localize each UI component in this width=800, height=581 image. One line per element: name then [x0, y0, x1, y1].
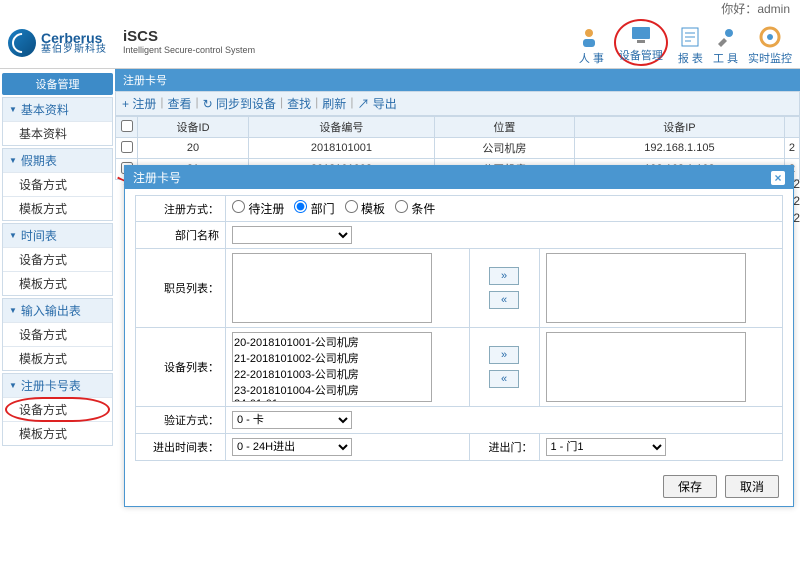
nav-monitor[interactable]: 实时监控 [748, 25, 792, 66]
chk-all[interactable] [121, 120, 133, 132]
inout-select[interactable]: 0 - 24H进出 [232, 438, 352, 456]
col-loc: 位置 [434, 117, 574, 138]
header: Cerberus 塞伯罗斯科技 iSCS Intelligent Secure-… [0, 17, 800, 69]
sidebar-item-3-0[interactable]: 设备方式 [3, 322, 112, 346]
brand-cn: 塞伯罗斯科技 [41, 45, 107, 55]
regmode-opt-2[interactable]: 模板 [345, 202, 385, 216]
sidebar-sec-3[interactable]: 输入输出表 [3, 299, 112, 322]
save-button[interactable]: 保存 [663, 475, 717, 498]
content-tab[interactable]: 注册卡号 [115, 69, 800, 91]
nav-device[interactable]: 设备管理 [614, 19, 668, 66]
sidebar-sec-4[interactable]: 注册卡号表 [3, 374, 112, 397]
table-row[interactable]: 202018101001公司机房192.168.1.1052 [116, 138, 800, 159]
emp-left-list[interactable] [232, 253, 432, 323]
brand: Cerberus 塞伯罗斯科技 [8, 29, 107, 57]
verify-select[interactable]: 0 - 卡 [232, 411, 352, 429]
dept-label: 部门名称 [136, 222, 226, 249]
regmode-opt-0[interactable]: 待注册 [232, 202, 284, 216]
sidebar: 设备管理 基本资料基本资料假期表设备方式模板方式时间表设备方式模板方式输入输出表… [0, 69, 115, 581]
tb-find[interactable]: 查找 [287, 95, 311, 112]
dialog-title: 注册卡号 [133, 169, 181, 186]
sidebar-sec-0[interactable]: 基本资料 [3, 98, 112, 121]
reg-mode-label: 注册方式： [136, 196, 226, 222]
door-select[interactable]: 1 - 门1 [546, 438, 666, 456]
user-name: admin [757, 2, 790, 16]
col-id: 设备ID [138, 117, 249, 138]
product-title: iSCS [123, 29, 255, 46]
regmode-opt-3[interactable]: 条件 [395, 202, 435, 216]
tools-icon [713, 25, 737, 49]
row-chk[interactable] [121, 141, 133, 153]
sidebar-item-2-0[interactable]: 设备方式 [3, 247, 112, 271]
register-dialog: 注册卡号 × 注册方式： 待注册 部门 模板 条件 部门名称 职员列表： » « [124, 165, 794, 507]
reg-mode: 待注册 部门 模板 条件 [226, 196, 783, 222]
row-tail: 2 [793, 177, 800, 191]
sidebar-item-4-1[interactable]: 模板方式 [3, 421, 112, 445]
brand-en: Cerberus [41, 31, 107, 45]
verify-label: 验证方式： [136, 407, 226, 434]
col-ip: 设备IP [574, 117, 784, 138]
dept-select[interactable] [232, 226, 352, 244]
emp-right-list[interactable] [546, 253, 746, 323]
emp-move-left[interactable]: « [489, 291, 519, 309]
nav-people[interactable]: 人 事 [579, 25, 604, 66]
dev-move-left[interactable]: « [489, 370, 519, 388]
monitor-icon [758, 25, 782, 49]
dev-label: 设备列表： [136, 328, 226, 407]
row-tail: 2 [793, 211, 800, 225]
tb-refresh[interactable]: 刷新 [322, 95, 346, 112]
sidebar-sec-1[interactable]: 假期表 [3, 149, 112, 172]
product-sub: Intelligent Secure-control System [123, 46, 255, 56]
logo-icon [8, 29, 36, 57]
user-label: 你好： [721, 2, 757, 16]
inout-label: 进出时间表： [136, 434, 226, 461]
toolbar: + 注册| 查看| ↻ 同步到设备| 查找| 刷新| ↗ 导出 [115, 91, 800, 116]
door-label: 进出门： [469, 434, 539, 461]
device-icon [629, 22, 653, 46]
sidebar-item-3-1[interactable]: 模板方式 [3, 346, 112, 370]
nav-tools[interactable]: 工 具 [713, 25, 738, 66]
emp-label: 职员列表： [136, 249, 226, 328]
report-icon [678, 25, 702, 49]
close-icon[interactable]: × [771, 171, 785, 185]
sidebar-item-0-0[interactable]: 基本资料 [3, 121, 112, 145]
sidebar-item-1-0[interactable]: 设备方式 [3, 172, 112, 196]
sidebar-item-2-1[interactable]: 模板方式 [3, 271, 112, 295]
sidebar-item-1-1[interactable]: 模板方式 [3, 196, 112, 220]
product: iSCS Intelligent Secure-control System [123, 29, 255, 55]
sidebar-item-4-0[interactable]: 设备方式 [3, 397, 112, 421]
dev-right-list[interactable] [546, 332, 746, 402]
top-nav: 人 事设备管理报 表工 具实时监控 [579, 19, 792, 66]
sidebar-sec-2[interactable]: 时间表 [3, 224, 112, 247]
row-tail: 2 [793, 194, 800, 208]
emp-move-right[interactable]: » [489, 267, 519, 285]
tb-view[interactable]: 查看 [167, 95, 191, 112]
cancel-button[interactable]: 取消 [725, 475, 779, 498]
dev-move-right[interactable]: » [489, 346, 519, 364]
col-sn: 设备编号 [249, 117, 435, 138]
dev-left-list[interactable]: 20-2018101001-公司机房 21-2018101002-公司机房 22… [232, 332, 432, 402]
people-icon [579, 25, 603, 49]
regmode-opt-1[interactable]: 部门 [294, 202, 334, 216]
tb-sync[interactable]: ↻ 同步到设备 [203, 95, 276, 112]
tb-export[interactable]: ↗ 导出 [357, 95, 396, 112]
tb-add[interactable]: + 注册 [122, 95, 156, 112]
nav-report[interactable]: 报 表 [678, 25, 703, 66]
sidebar-title: 设备管理 [2, 73, 113, 95]
